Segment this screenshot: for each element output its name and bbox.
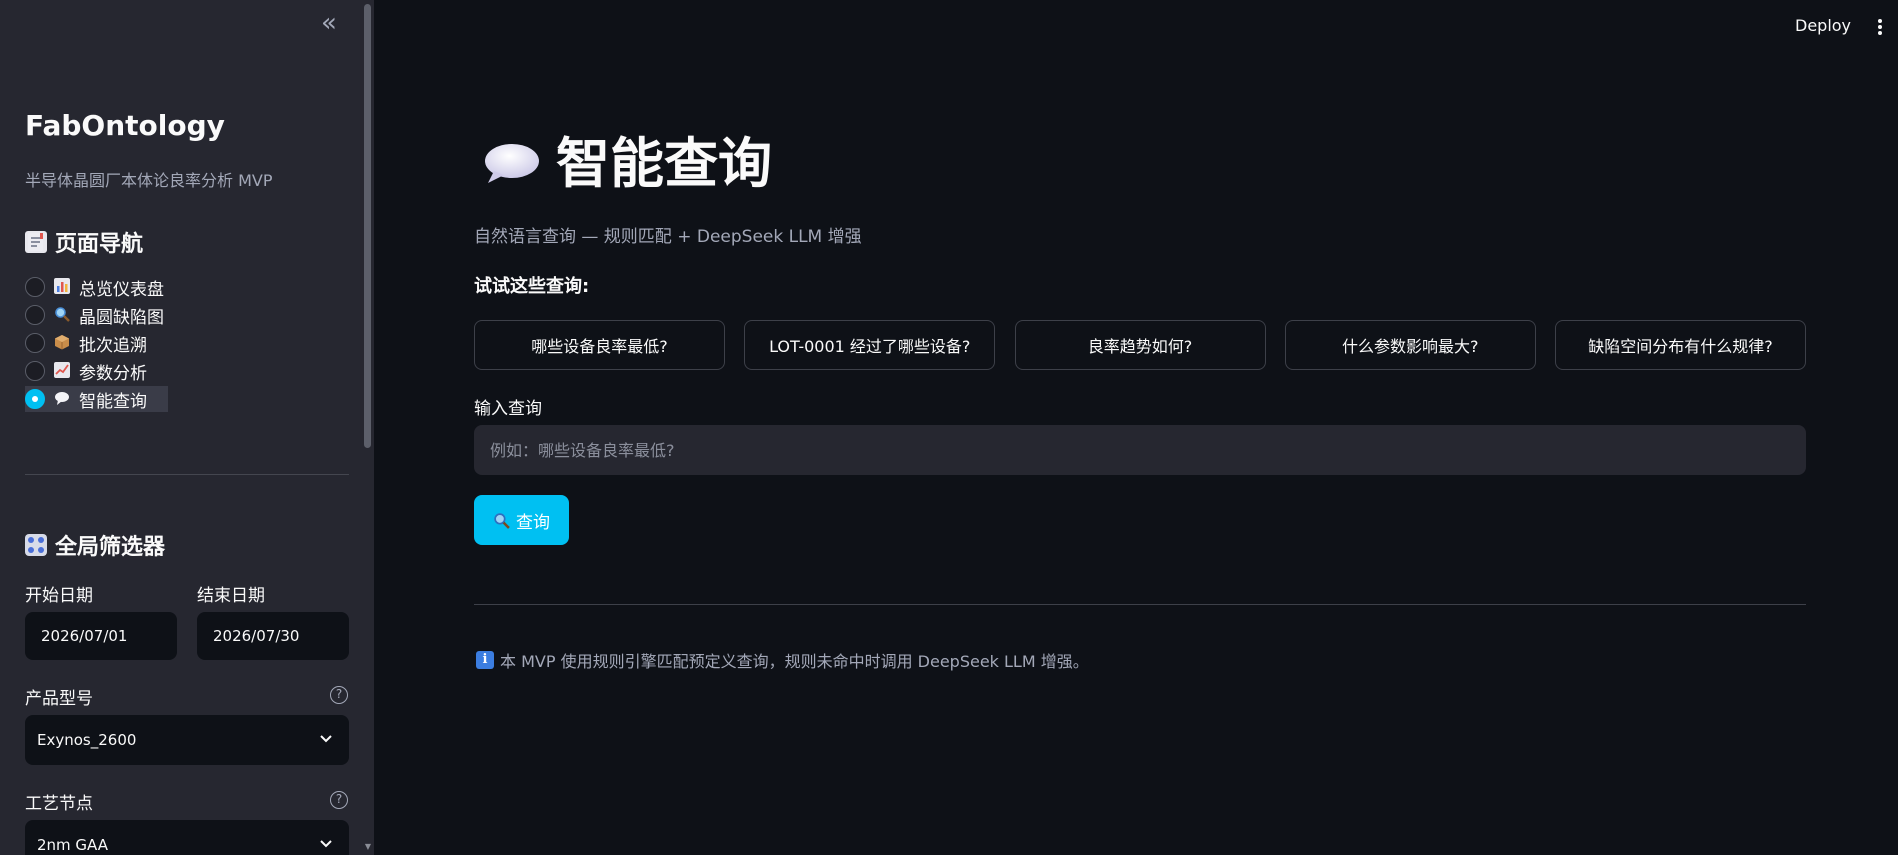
info-note-text: 本 MVP 使用规则引擎匹配预定义查询，规则未命中时调用 DeepSeek LL… — [500, 652, 1089, 671]
radio-button[interactable] — [25, 305, 45, 325]
info-note: i 本 MVP 使用规则引擎匹配预定义查询，规则未命中时调用 DeepSeek … — [476, 648, 1089, 672]
product-select[interactable]: Exynos_2600 — [25, 715, 349, 765]
magnifier-icon — [53, 306, 71, 324]
package-icon — [53, 334, 71, 352]
bar-chart-icon — [53, 278, 71, 296]
end-date-label: 结束日期 — [197, 586, 265, 606]
sidebar: « FabOntology 半导体晶圆厂本体论良率分析 MVP 页面导航 总览仪… — [0, 0, 374, 855]
nav-item-overview-dashboard[interactable]: 总览仪表盘 — [25, 274, 168, 300]
nav-heading: 页面导航 — [25, 226, 143, 258]
query-button[interactable]: 查询 — [474, 495, 569, 545]
help-icon[interactable]: ? — [330, 686, 348, 704]
page-title-text: 智能查询 — [556, 132, 772, 195]
nav-item-label: 批次追溯 — [79, 335, 147, 356]
speech-bubble-icon — [53, 390, 71, 408]
suggestions-heading: 试试这些查询: — [474, 276, 590, 297]
process-node-label: 工艺节点 — [25, 794, 93, 814]
radio-button[interactable] — [25, 277, 45, 297]
info-icon: i — [476, 651, 494, 669]
nav-heading-label: 页面导航 — [55, 232, 144, 257]
product-select-value: Exynos_2600 — [37, 731, 137, 749]
nav-item-parameter-analysis[interactable]: 参数分析 — [25, 358, 168, 384]
chevron-down-icon — [320, 840, 332, 848]
sidebar-divider — [25, 474, 349, 475]
main-divider — [474, 604, 1806, 605]
scroll-down-arrow-icon[interactable]: ▼ — [362, 842, 374, 851]
trend-chart-icon — [53, 362, 71, 380]
bookmark-tabs-icon — [25, 231, 47, 253]
deploy-button[interactable]: Deploy — [1795, 16, 1851, 35]
app-title: FabOntology — [25, 109, 225, 142]
filter-heading: 全局筛选器 — [25, 529, 165, 561]
query-button-label: 查询 — [516, 512, 550, 533]
nav-item-lot-trace[interactable]: 批次追溯 — [25, 330, 168, 356]
nav-item-wafer-defect-map[interactable]: 晶圆缺陷图 — [25, 302, 168, 328]
nav-item-label: 参数分析 — [79, 363, 147, 384]
collapse-sidebar-icon[interactable]: « — [316, 10, 342, 38]
speech-bubble-icon — [482, 143, 540, 185]
start-date-label: 开始日期 — [25, 586, 93, 606]
dice-icon — [25, 534, 47, 556]
radio-button[interactable] — [25, 361, 45, 381]
query-input[interactable] — [474, 425, 1806, 475]
main-menu-icon[interactable] — [1872, 16, 1888, 38]
suggestion-button[interactable]: LOT-0001 经过了哪些设备? — [744, 320, 996, 370]
end-date-input[interactable]: 2026/07/30 — [197, 612, 349, 660]
suggestion-buttons: 哪些设备良率最低? LOT-0001 经过了哪些设备? 良率趋势如何? 什么参数… — [474, 320, 1806, 370]
start-date-input[interactable]: 2026/07/01 — [25, 612, 177, 660]
sidebar-scrollbar-thumb[interactable] — [364, 4, 371, 448]
suggestion-button[interactable]: 良率趋势如何? — [1014, 320, 1266, 370]
nav-item-label: 总览仪表盘 — [79, 279, 164, 300]
nav-item-smart-query[interactable]: 智能查询 — [25, 386, 168, 412]
magnifier-icon — [494, 512, 510, 529]
nav-radio-group: 总览仪表盘 晶圆缺陷图 批次追溯 参数分析 智能查询 — [25, 274, 168, 414]
query-input-label: 输入查询 — [474, 399, 542, 419]
nav-item-label: 晶圆缺陷图 — [79, 307, 164, 328]
page-caption: 自然语言查询 — 规则匹配 + DeepSeek LLM 增强 — [474, 227, 862, 247]
page-title: 智能查询 — [482, 132, 772, 196]
chevron-down-icon — [320, 735, 332, 743]
app-subtitle: 半导体晶圆厂本体论良率分析 MVP — [25, 171, 273, 190]
process-node-select-value: 2nm GAA — [37, 836, 108, 854]
help-icon[interactable]: ? — [330, 791, 348, 809]
suggestion-button[interactable]: 缺陷空间分布有什么规律? — [1555, 320, 1806, 370]
suggestion-button[interactable]: 什么参数影响最大? — [1284, 320, 1536, 370]
process-node-select[interactable]: 2nm GAA — [25, 820, 349, 855]
radio-button-selected[interactable] — [25, 389, 45, 409]
suggestion-button[interactable]: 哪些设备良率最低? — [474, 320, 725, 370]
nav-item-label: 智能查询 — [79, 391, 147, 412]
product-label: 产品型号 — [25, 689, 93, 709]
filter-heading-label: 全局筛选器 — [55, 535, 166, 560]
radio-button[interactable] — [25, 333, 45, 353]
